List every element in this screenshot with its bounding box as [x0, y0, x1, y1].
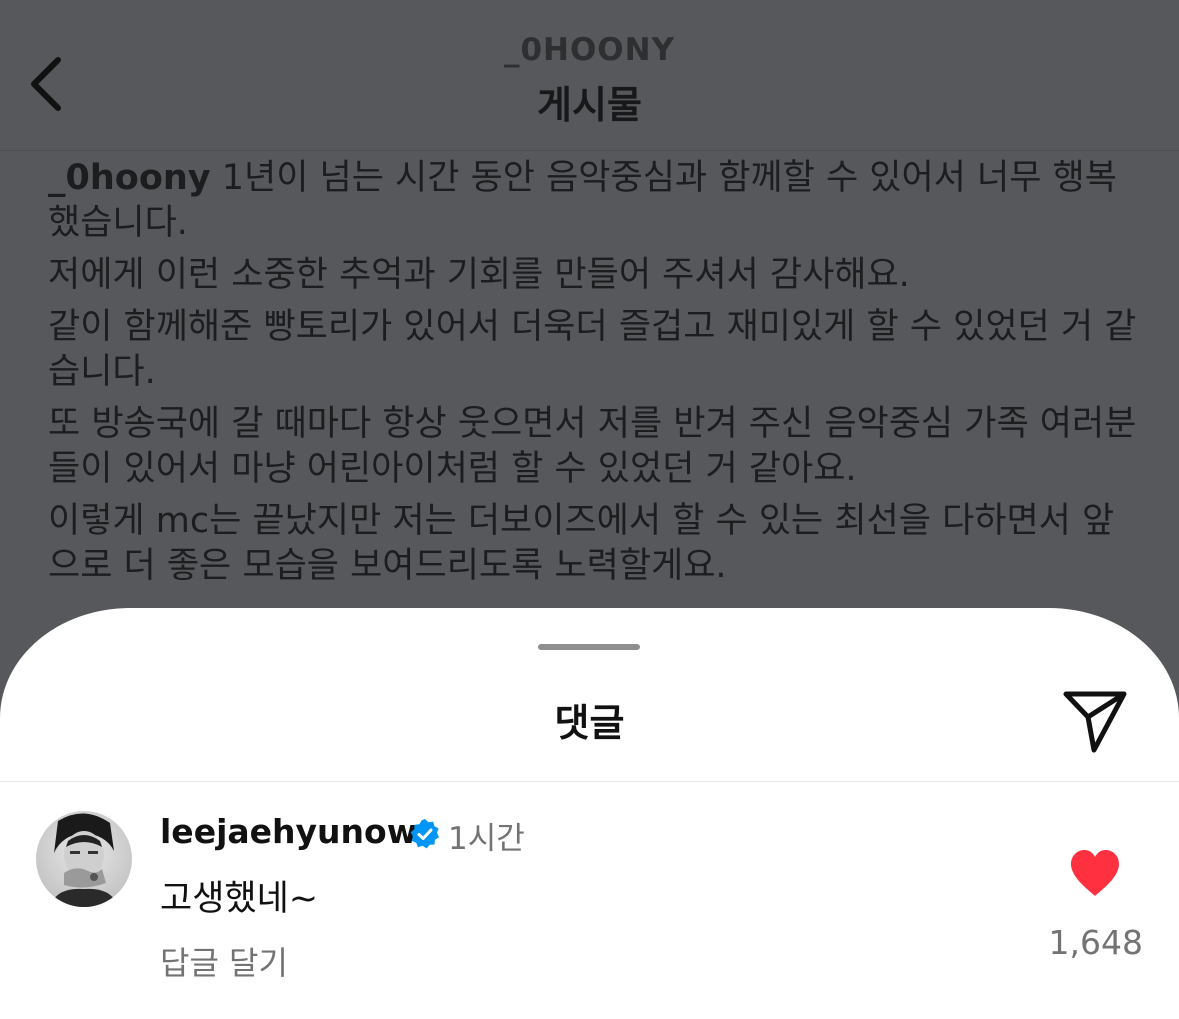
caption-paragraph: _0hoony 1년이 넘는 시간 동안 음악중심과 함께할 수 있어서 너무 … — [48, 156, 1138, 246]
header-username[interactable]: _0HOONY — [0, 32, 1179, 68]
like-button[interactable] — [1068, 848, 1122, 900]
post-caption: _0hoony 1년이 넘는 시간 동안 음악중심과 함께할 수 있어서 너무 … — [48, 156, 1138, 596]
heart-filled-icon — [1071, 850, 1119, 896]
verified-badge-icon — [409, 818, 441, 850]
caption-paragraph: 또 방송국에 갈 때마다 항상 웃으면서 저를 반겨 주신 음악중심 가족 여러… — [48, 404, 1137, 489]
caption-author[interactable]: _0hoony — [48, 158, 211, 198]
page-title: 게시물 — [537, 83, 642, 127]
comment-username[interactable]: leejaehyunow — [160, 812, 417, 851]
share-button[interactable] — [1058, 684, 1132, 758]
caption-paragraph: 같이 함께해준 빵토리가 있어서 더욱더 즐겁고 재미있게 할 수 있었던 거 … — [48, 307, 1137, 392]
comment-text: 고생했네~ — [160, 879, 319, 919]
post-header: _0HOONY 게시물 — [0, 0, 1179, 151]
comments-sheet: 댓글 leejaehyunow 1시간 고생했네~ 답글 달기 1,648 — [0, 608, 1179, 1019]
like-count: 1,648 — [1048, 923, 1143, 962]
comment-timestamp: 1시간 — [448, 821, 525, 857]
sheet-divider — [0, 781, 1179, 782]
sheet-title: 댓글 — [554, 701, 625, 745]
caption-paragraph: 저에게 이런 소중한 추억과 기회를 만들어 주셔서 감사해요. — [48, 255, 910, 295]
paper-plane-icon — [1063, 691, 1127, 753]
reply-button[interactable]: 답글 달기 — [160, 938, 288, 984]
sheet-grab-handle[interactable] — [538, 644, 640, 650]
caption-paragraph: 이렇게 mc는 끝났지만 저는 더보이즈에서 할 수 있는 최선을 다하면서 앞… — [48, 501, 1115, 586]
avatar[interactable] — [36, 811, 132, 907]
avatar-image — [36, 811, 132, 907]
